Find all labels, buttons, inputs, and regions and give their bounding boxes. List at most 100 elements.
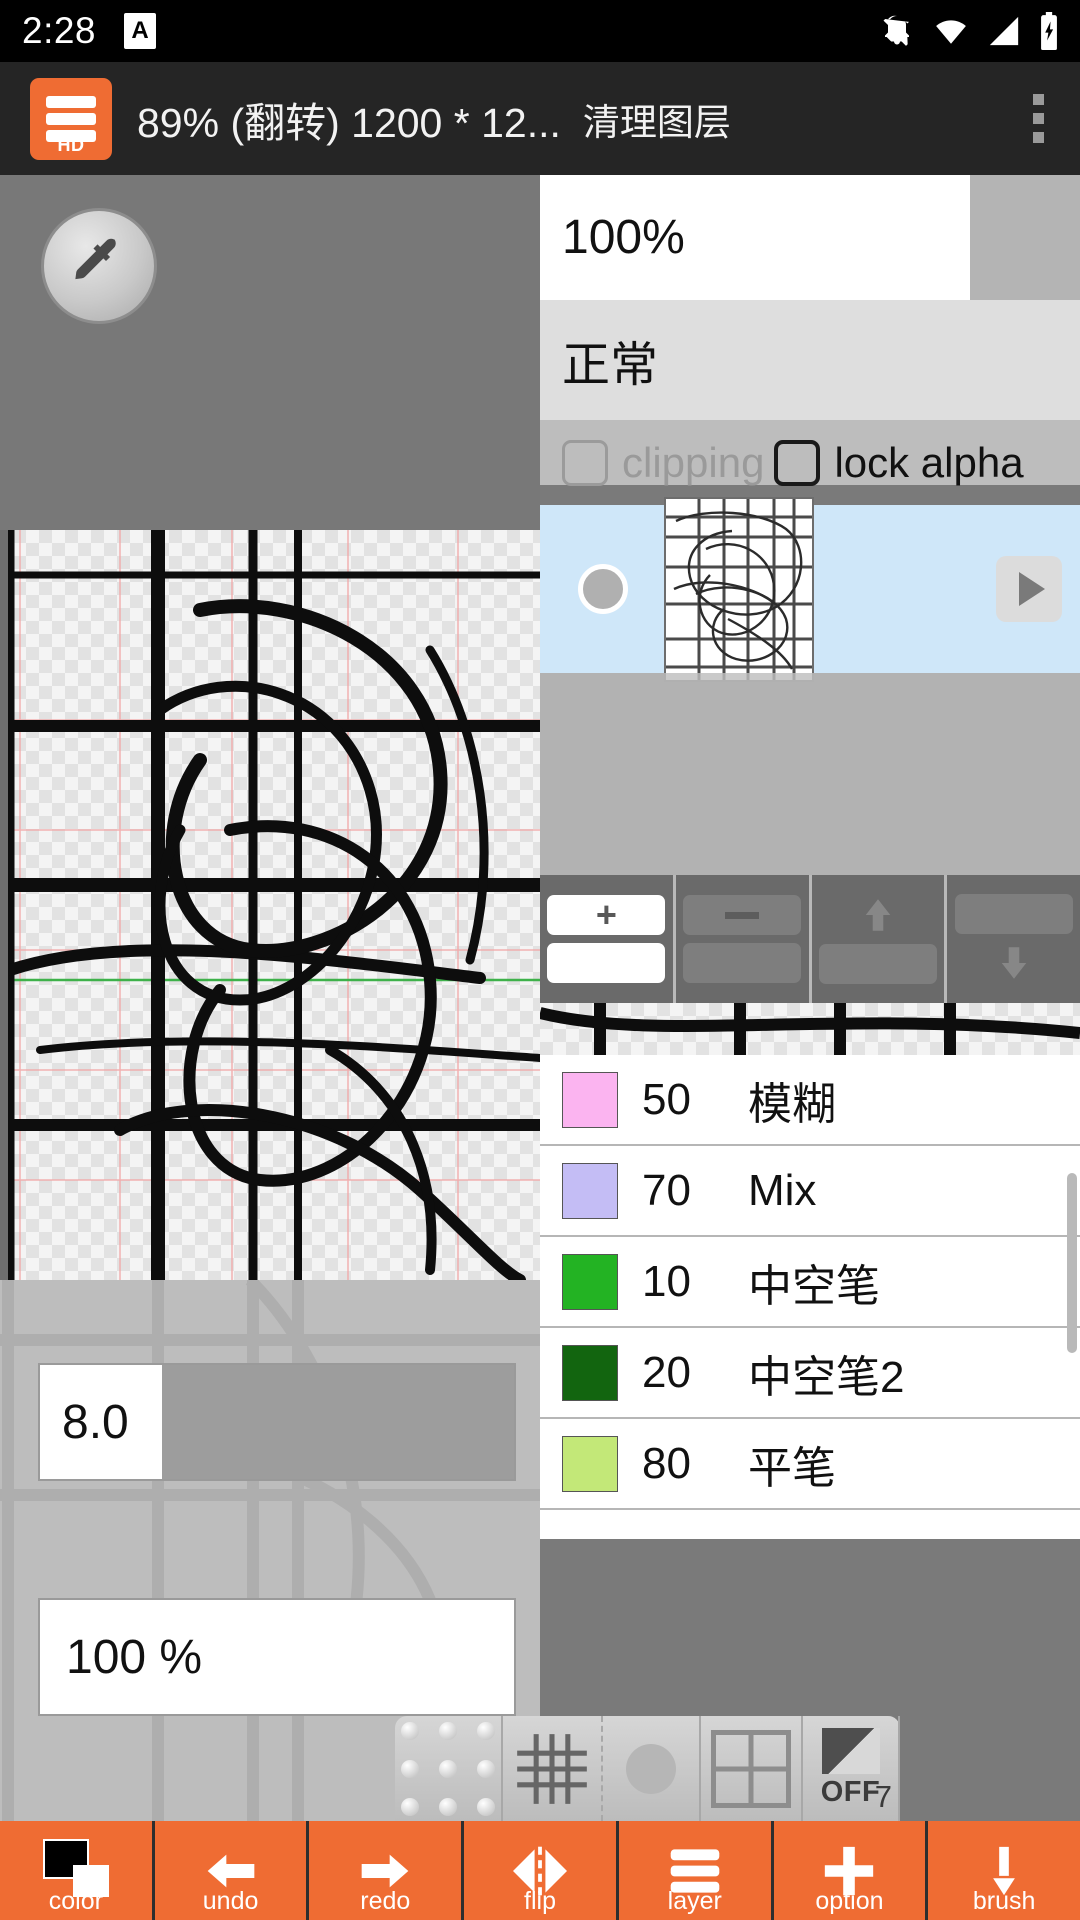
add-layer-bottom-pill [547, 943, 666, 983]
brush-list-item[interactable]: 80 平笔 [540, 1419, 1080, 1510]
brush-color-swatch [562, 1071, 618, 1128]
layers-hd-button[interactable]: HD [30, 77, 112, 160]
dot [401, 1759, 419, 1778]
circle-icon [626, 1743, 676, 1794]
panel-filler [970, 175, 1080, 300]
overflow-dot [1033, 113, 1044, 124]
layer-button[interactable]: layer [619, 1821, 774, 1920]
brush-size-track[interactable] [162, 1365, 514, 1479]
dot [477, 1797, 495, 1816]
minus-icon [725, 911, 760, 919]
delete-layer-button[interactable] [675, 875, 812, 1003]
brush-list-item[interactable]: 20 中空笔2 [540, 1328, 1080, 1419]
wifi-icon [936, 20, 966, 44]
delete-layer-bottom-pill [683, 943, 802, 983]
dot-grid-button[interactable] [395, 1716, 503, 1821]
undo-button[interactable]: undo [155, 1821, 310, 1920]
move-layer-down-button[interactable] [947, 875, 1080, 1003]
hd-bar-icon [46, 95, 96, 108]
canvas-left-edge [0, 530, 8, 1280]
move-up-pill [818, 944, 937, 984]
brush-number: 80 [642, 1438, 691, 1488]
add-layer-button[interactable]: + [540, 875, 676, 1003]
hd-badge-label: HD [57, 134, 85, 155]
overflow-dot [1033, 132, 1044, 143]
color-label: color [48, 1887, 103, 1915]
layer-list-item-selected[interactable] [540, 496, 1080, 682]
brush-size-value[interactable]: 8.0 [40, 1365, 162, 1479]
grid-button[interactable] [503, 1716, 603, 1821]
blend-mode-select[interactable]: 正常 [540, 300, 1080, 420]
brush-list[interactable]: 50 模糊 70 Mix 10 中空笔 20 中空笔2 80 平笔 [540, 1055, 1080, 1539]
lock-alpha-checkbox[interactable] [774, 440, 821, 486]
dot [477, 1721, 495, 1740]
layer-opacity-field[interactable]: 100% [540, 175, 970, 300]
signal-icon [989, 16, 1019, 46]
brush-opacity-field[interactable]: 100 % [38, 1598, 516, 1716]
layer-thumb-art [666, 498, 812, 680]
bottom-toolbar: color undo redo flip layer option brush [0, 1821, 1080, 1920]
clear-layer-button[interactable]: 清理图层 [583, 92, 731, 146]
brush-list-item[interactable]: 10 中空笔 [540, 1237, 1080, 1328]
app-root: 2:28 A HD 89% (翻转) 1200 * 12... 清理图层 8.0… [0, 0, 1080, 1920]
symmetry-icon [821, 1728, 880, 1774]
hd-bar-icon [46, 112, 96, 125]
status-bar: 2:28 A [0, 0, 1080, 62]
delete-layer-top-pill [683, 895, 802, 935]
dot [477, 1759, 495, 1778]
brush-color-swatch [562, 1253, 618, 1310]
flip-button[interactable]: flip [464, 1821, 619, 1920]
plus-icon: + [595, 894, 617, 935]
page-title: 89% (翻转) 1200 * 12... [137, 99, 561, 146]
option-label: option [815, 1887, 884, 1915]
brush-button[interactable]: brush [928, 1821, 1080, 1920]
status-time: 2:28 [22, 10, 97, 51]
brush-list-item[interactable]: 50 模糊 [540, 1055, 1080, 1146]
brush-number: 50 [642, 1074, 691, 1124]
brush-list-item[interactable]: 70 Mix [540, 1146, 1080, 1237]
clipping-checkbox[interactable] [562, 440, 608, 486]
brush-label: brush [972, 1887, 1036, 1915]
brush-number: 70 [642, 1165, 691, 1215]
option-button[interactable]: option [774, 1821, 929, 1920]
layer-list-empty-area [540, 673, 1080, 875]
stabilizer-level: 7 [874, 1779, 892, 1814]
brush-number: 20 [642, 1347, 691, 1397]
color-button[interactable]: color [0, 1821, 155, 1920]
status-app-icon: A [124, 13, 157, 49]
layer-action-buttons: + [540, 875, 1080, 1003]
dot [439, 1797, 457, 1816]
floating-toolbar: OFF 7 [395, 1716, 900, 1821]
radial-button[interactable] [603, 1716, 701, 1821]
brush-size-slider[interactable]: 8.0 [38, 1363, 516, 1481]
brush-name: 中空笔2 [748, 1352, 905, 1402]
layer-panel: 100% 正常 clipping lock alpha + 50 模糊 70 M… [540, 175, 1080, 1920]
redo-button[interactable]: redo [309, 1821, 465, 1920]
canvas-strip-art [540, 1003, 1080, 1055]
redo-label: redo [360, 1887, 411, 1915]
quad-split-icon [711, 1729, 791, 1808]
overflow-menu-icon[interactable] [1033, 94, 1044, 143]
brush-list-scrollbar[interactable] [1067, 1173, 1077, 1353]
move-layer-up-button[interactable] [811, 875, 948, 1003]
status-icons [879, 12, 1060, 50]
quad-split-button[interactable] [701, 1716, 803, 1821]
arrow-down-icon [1001, 947, 1026, 979]
flip-label: flip [524, 1887, 556, 1915]
layer-expand-button[interactable] [996, 556, 1062, 622]
eyedropper-icon[interactable] [41, 208, 157, 324]
layer-visibility-toggle[interactable] [578, 564, 628, 614]
brush-name: Mix [748, 1165, 817, 1215]
grid-icon [517, 1733, 587, 1804]
dropper-glyph [75, 238, 116, 280]
add-layer-top-pill: + [547, 894, 666, 935]
layer-label: layer [667, 1887, 722, 1915]
dot [401, 1797, 419, 1816]
drawing-canvas[interactable] [0, 530, 540, 1280]
canvas-strip-behind-list [540, 1003, 1080, 1055]
arrow-up-icon [865, 899, 891, 931]
canvas-artwork [0, 530, 540, 1280]
brush-name: 模糊 [748, 1079, 836, 1129]
clipping-label: clipping [622, 439, 765, 486]
battery-charging-icon [1041, 12, 1057, 50]
